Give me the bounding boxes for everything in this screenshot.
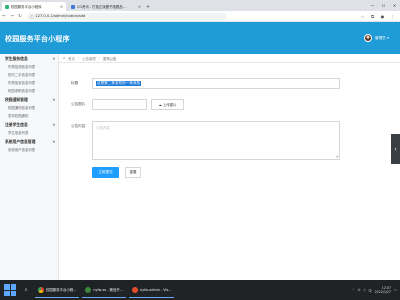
sidebar-item-student-list[interactable]: 学生信息列表 bbox=[0, 129, 58, 137]
chevron-up-icon: ▲ bbox=[52, 122, 55, 126]
content-label: 公告内容 bbox=[71, 124, 86, 128]
avatar[interactable] bbox=[364, 34, 372, 42]
sidebar: 学生服务信息 ▲ 失物招领信息列表 校内二手信息列表 失物信息信息列表 校园求职信… bbox=[0, 54, 59, 280]
address-bar: ← → ↻ ⓘ 127.0.0.1/admin/notice/add ☆ ⧉ ●… bbox=[0, 11, 400, 22]
taskbar-app-editor[interactable]: nyfw-admin - Vis... bbox=[128, 282, 175, 298]
site-favicon-icon bbox=[5, 4, 9, 9]
sidebar-item-publish-notice[interactable]: 发布校园通知 bbox=[0, 112, 58, 120]
url-input[interactable]: ⓘ 127.0.0.1/admin/notice/add bbox=[27, 12, 227, 20]
sidebar-group-system-users[interactable]: 系统用户信息管理 ▲ bbox=[0, 137, 58, 146]
browser-toolbar-right: ☆ ⧉ ● ⋮ bbox=[359, 13, 396, 20]
clock-date: 2022/1/27 bbox=[374, 290, 391, 294]
home-icon: ⌂ bbox=[63, 56, 66, 60]
breadcrumb-item-home[interactable]: 首页 bbox=[68, 56, 75, 61]
chevron-down-icon: ▾ bbox=[386, 36, 389, 40]
image-label: 公告图片 bbox=[71, 102, 86, 106]
app-title: 校园服务平台小程序 bbox=[5, 35, 70, 43]
close-window-button[interactable]: ✕ bbox=[389, 0, 400, 11]
window-controls: — ☐ ✕ bbox=[367, 0, 400, 11]
extensions-icon[interactable]: ⧉ bbox=[369, 13, 376, 20]
content-textarea[interactable]: 公告内容 ◢ bbox=[92, 121, 340, 160]
taskbar-app-devtools[interactable]: nyfw-ss - 微信开... bbox=[82, 282, 126, 298]
side-panel-toggle-chevron-left-icon[interactable]: ‹ bbox=[391, 134, 400, 164]
dev-icon bbox=[131, 286, 138, 293]
sidebar-item-lost-found[interactable]: 失物招领信息列表 bbox=[0, 63, 58, 71]
taskbar-app-chrome[interactable]: 校园服务平台小程... bbox=[35, 282, 80, 298]
chevron-up-icon: ▲ bbox=[52, 56, 55, 60]
submit-button[interactable]: 立即提交 bbox=[92, 167, 119, 178]
forward-icon[interactable]: → bbox=[8, 12, 16, 20]
menu-icon[interactable]: ⋮ bbox=[389, 13, 396, 20]
title-input[interactable]: 这是第二条发布的一条消息 bbox=[92, 78, 340, 89]
chevron-up-icon[interactable]: ⌃ bbox=[352, 288, 355, 292]
node-icon bbox=[85, 286, 92, 293]
sidebar-group-students[interactable]: 注册学生信息 ▲ bbox=[0, 120, 58, 129]
sidebar-item-job-seeking[interactable]: 校园求职信息列表 bbox=[0, 87, 58, 95]
sidebar-group-notices[interactable]: 校园通知管理 ▲ bbox=[0, 95, 58, 104]
username: 管理员 bbox=[375, 36, 386, 40]
chrome-icon bbox=[38, 286, 44, 293]
site-info-icon[interactable]: ⓘ bbox=[30, 14, 33, 19]
sidebar-item-lost-items[interactable]: 失物信息信息列表 bbox=[0, 79, 58, 87]
notification-icon[interactable]: ▭ bbox=[394, 288, 397, 292]
star-icon[interactable]: ☆ bbox=[359, 13, 366, 20]
tab-title: CG资讯 - 打造正版图书馆藏品... bbox=[77, 5, 126, 9]
back-icon[interactable]: ← bbox=[0, 12, 8, 20]
browser-tab[interactable]: CG资讯 - 打造正版图书馆藏品... ✕ bbox=[68, 2, 144, 11]
url-text: 127.0.0.1/admin/notice/add bbox=[35, 14, 86, 18]
breadcrumb-separator: / bbox=[77, 56, 80, 60]
resize-handle-icon[interactable]: ◢ bbox=[336, 154, 338, 158]
tab-title: 校园服务平台小程序 bbox=[11, 5, 42, 9]
close-tab-icon[interactable]: ✕ bbox=[60, 5, 63, 9]
breadcrumb-item-notice-mgmt[interactable]: 公告管理 bbox=[82, 56, 96, 61]
minimize-button[interactable]: — bbox=[367, 0, 378, 11]
breadcrumb-separator: / bbox=[98, 56, 100, 60]
reset-button[interactable]: 重置 bbox=[125, 167, 141, 178]
volume-icon[interactable]: ♪ bbox=[363, 288, 365, 292]
username-menu[interactable]: 管理员 ▾ bbox=[375, 36, 389, 41]
app-header: 校园服务平台小程序 管理员 ▾ bbox=[0, 22, 400, 54]
breadcrumb-item-current: 发布公告 bbox=[102, 56, 117, 61]
upload-icon: ☁ bbox=[158, 102, 162, 107]
content-placeholder: 公告内容 bbox=[96, 126, 110, 130]
browser-tab-active[interactable]: 校园服务平台小程序 ✕ bbox=[2, 2, 66, 11]
sidebar-item-notice-list[interactable]: 校园通知信息列表 bbox=[0, 104, 58, 112]
chevron-up-icon: ▲ bbox=[52, 139, 55, 143]
maximize-button[interactable]: ☐ bbox=[378, 0, 389, 11]
network-icon[interactable]: ⌬ bbox=[358, 288, 361, 292]
close-tab-icon[interactable]: ✕ bbox=[138, 5, 141, 9]
main-content: ⌂ 首页 / 公告管理 / 发布公告 标题 这是第二条发布的一条消息 公告图片 … bbox=[59, 54, 400, 280]
sidebar-item-second-hand[interactable]: 校内二手信息列表 bbox=[0, 71, 58, 79]
browser-tab-strip: 校园服务平台小程序 ✕ CG资讯 - 打造正版图书馆藏品... ✕ + — ☐ … bbox=[0, 0, 400, 11]
input-language[interactable]: 中 bbox=[368, 288, 371, 293]
upload-image-button[interactable]: ☁ 上传图片 bbox=[151, 99, 184, 110]
title-label: 标题 bbox=[71, 81, 79, 85]
title-input-value: 这是第二条发布的一条消息 bbox=[96, 81, 142, 86]
reload-icon[interactable]: ↻ bbox=[16, 12, 24, 20]
sidebar-item-system-user-list[interactable]: 系统用户信息列表 bbox=[0, 146, 58, 154]
image-path-input[interactable] bbox=[92, 99, 147, 110]
system-tray: ⌃ ⌬ ♪ 中 12:07 2022/1/27 ▭ bbox=[352, 280, 397, 300]
profile-icon[interactable]: ● bbox=[379, 13, 386, 20]
breadcrumb: ⌂ 首页 / 公告管理 / 发布公告 bbox=[59, 54, 400, 63]
new-tab-button[interactable]: + bbox=[144, 2, 152, 11]
taskbar-search-icon[interactable]: ⌕ bbox=[20, 284, 32, 296]
taskbar-clock[interactable]: 12:07 2022/1/27 bbox=[375, 286, 391, 295]
windows-start-icon[interactable] bbox=[4, 284, 16, 296]
taskbar: ⌕ 校园服务平台小程... nyfw-ss - 微信开... nyfw-admi… bbox=[0, 280, 400, 300]
site-favicon-icon bbox=[71, 4, 75, 9]
chevron-up-icon: ▲ bbox=[52, 97, 55, 101]
sidebar-group-student-services[interactable]: 学生服务信息 ▲ bbox=[0, 54, 58, 63]
